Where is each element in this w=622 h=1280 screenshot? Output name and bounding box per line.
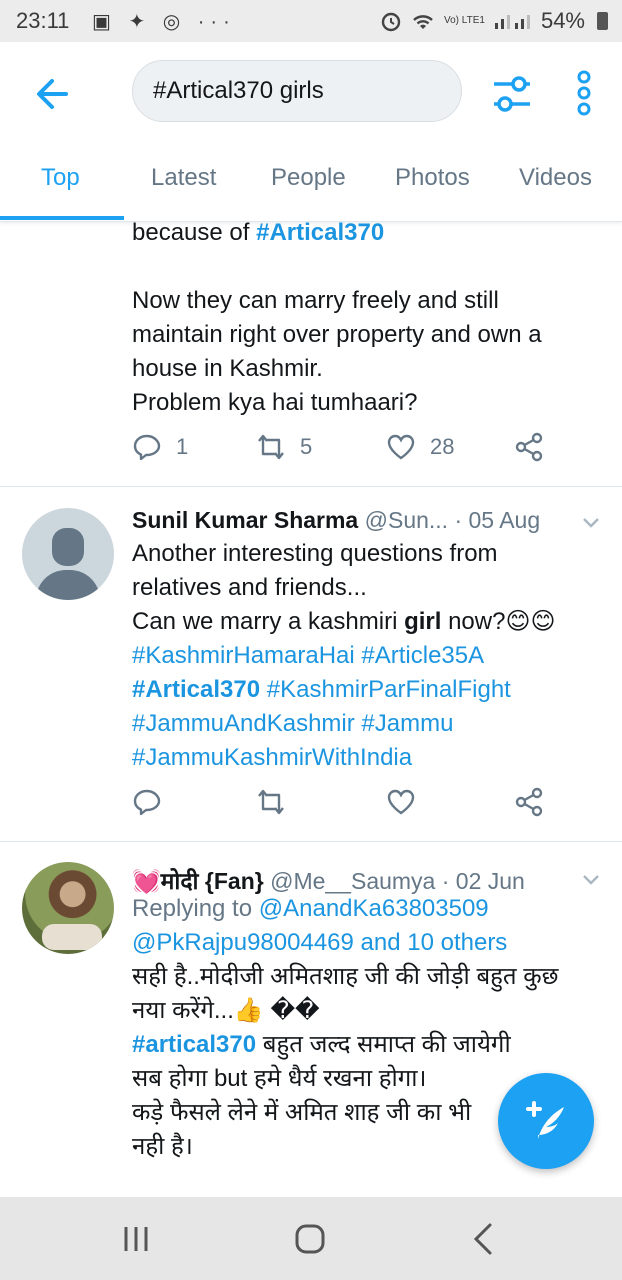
more-vertical-icon[interactable] [570,68,598,118]
system-nav-bar [0,1197,622,1280]
tweet-actions [132,787,572,827]
lte-indicator: Vo) LTE1 [444,15,485,26]
reply-icon [133,434,161,461]
reply-icon [133,789,161,816]
hashtag-link[interactable]: #Artical370 [256,222,384,246]
share-icon [515,432,543,462]
tweet-text-line: house in Kashmir. [132,355,323,382]
like-icon [387,434,415,460]
tweet-body: Another interesting questions from relat… [132,537,612,775]
tweet-feed[interactable]: because of #Artical370 Now they can marr… [0,222,622,1197]
reply-count: 1 [176,434,189,459]
search-tabs: Top Latest People Photos Videos [0,142,622,222]
like-button[interactable]: 28 [386,432,454,462]
reply-button[interactable] [132,787,162,817]
like-button[interactable] [386,787,416,817]
alarm-icon [381,12,401,32]
avatar[interactable] [22,508,114,600]
compose-tweet-button[interactable] [498,1073,594,1169]
tweet-text-line: सही है..मोदीजी अमितशाह जी की जोड़ी बहुत … [132,963,559,990]
hashtag-link[interactable]: #KashmirHamaraHai #Article35A [132,639,612,673]
tweet-text-line: Problem kya hai tumhaari? [132,389,418,416]
battery-icon [597,12,608,30]
tweet-actions: 1 5 28 [132,432,572,472]
hashtag-link[interactable]: #Artical370 [132,676,260,703]
back-arrow-icon[interactable] [30,72,74,116]
retweet-button[interactable]: 5 [256,432,312,462]
caret-down-icon[interactable] [582,517,600,529]
tweet[interactable]: Sunil Kumar Sharma @Sun... · 05 Aug Anot… [0,487,622,842]
tab-videos[interactable]: Videos [519,164,592,192]
user-handle-date: @Me__Saumya · 02 Jun [270,868,525,894]
share-button[interactable] [514,432,544,462]
user-name[interactable]: 💓मोदी {Fan} [132,868,264,894]
tweet-text-line: Another interesting questions from [132,540,498,567]
notification-icons: ▣ ✦ ◎ ··· [92,11,236,33]
active-tab-indicator [0,216,124,220]
avatar[interactable] [22,862,114,954]
tab-top[interactable]: Top [41,164,80,192]
tweet-body: because of #Artical370 Now they can marr… [132,222,602,420]
retweet-count: 5 [300,434,313,459]
hashtag-link[interactable]: #KashmirParFinalFight [260,676,511,703]
tweet-text-line: Now they can marry freely and still [132,287,499,314]
mention-link[interactable]: @AnandKa63803509 [259,895,489,922]
like-count: 28 [430,434,455,459]
caret-down-icon[interactable] [582,874,600,886]
tweet-text-line: बहुत जल्द समाप्त की जायेगी [256,1031,511,1058]
tweet-text-line: relatives and friends... [132,574,367,601]
tweet-text-line: maintain right over property and own a [132,321,542,348]
like-icon [387,789,415,815]
tweet-text-line: Can we marry a kashmiri [132,608,405,635]
retweet-button[interactable] [256,787,286,817]
tweet-text-line: नया करेंगे...👍 �� [132,997,320,1024]
retweet-icon [258,789,284,815]
share-button[interactable] [514,787,544,817]
home-icon[interactable] [290,1219,330,1259]
tweet[interactable]: because of #Artical370 Now they can marr… [0,222,622,487]
tab-people[interactable]: People [271,164,346,192]
search-header: #Artical370 girls [0,42,622,142]
back-nav-icon[interactable] [464,1219,504,1259]
status-bar: 23:11 ▣ ✦ ◎ ··· Vo) LTE1 54% [0,0,622,42]
hashtag-link[interactable]: #artical370 [132,1031,256,1058]
hashtag-link[interactable]: #JammuAndKashmir #Jammu [132,707,612,741]
filter-icon[interactable] [490,72,534,116]
mention-link[interactable]: @PkRajpu98004469 and 10 others [132,926,612,960]
battery-percent: 54% [540,8,585,33]
reply-button[interactable]: 1 [132,432,188,462]
search-input[interactable]: #Artical370 girls [132,60,462,122]
tab-latest[interactable]: Latest [151,164,216,192]
highlighted-term: girl [404,608,442,635]
wifi-icon [413,15,433,29]
tweet-text-line: now?😊😊 [441,608,556,635]
replying-to-label: Replying to [132,895,259,922]
compose-icon [526,1101,564,1139]
tweet-header: Sunil Kumar Sharma @Sun... · 05 Aug [132,507,540,534]
tweet-text-line: because of [132,222,257,246]
user-handle-date: @Sun... · 05 Aug [364,507,541,533]
user-name[interactable]: Sunil Kumar Sharma [132,507,358,533]
share-icon [515,787,543,817]
status-time: 23:11 [16,8,70,33]
retweet-icon [258,434,284,460]
signal-icon [494,15,530,29]
recent-apps-icon[interactable] [116,1219,156,1259]
tab-photos[interactable]: Photos [395,164,470,192]
hashtag-link[interactable]: #JammuKashmirWithIndia [132,741,612,775]
